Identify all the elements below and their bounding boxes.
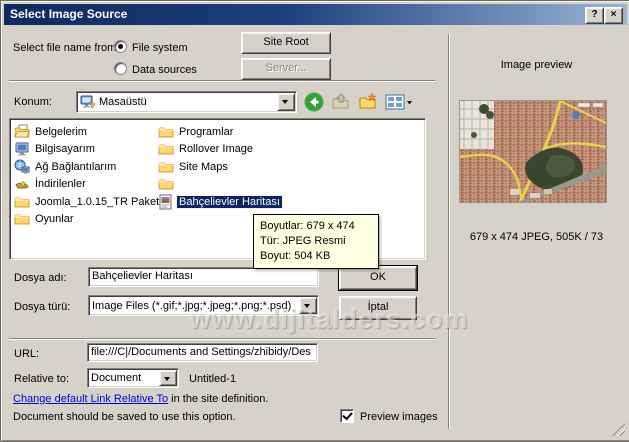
save-note-text: Document should be saved to use this opt…: [13, 411, 236, 423]
title-bar[interactable]: Select Image Source: [4, 4, 627, 25]
location-combobox[interactable]: Masaüstü: [76, 91, 297, 113]
select-image-source-dialog: Select Image Source ? × Select file name…: [0, 0, 629, 442]
file-type-dropdown-arrow[interactable]: [299, 297, 317, 314]
server-button: Server...: [241, 58, 331, 80]
my-computer-icon: [14, 141, 30, 157]
downloads-icon: [14, 176, 30, 192]
close-icon[interactable]: ×: [604, 7, 623, 24]
data-sources-radio[interactable]: [114, 62, 127, 75]
folder-icon: [158, 124, 174, 140]
image-info-text: 679 x 474 JPEG, 505K / 73: [469, 231, 604, 243]
folder-icon: [158, 159, 174, 175]
image-preview-title: Image preview: [500, 59, 573, 71]
dialog-title: Select Image Source: [10, 7, 128, 21]
relative-to-label: Relative to:: [14, 373, 70, 385]
folder-icon: [158, 176, 174, 192]
file-item-rollover-image[interactable]: Rollover Image: [158, 141, 282, 159]
my-documents-icon: [14, 124, 30, 140]
help-icon[interactable]: ?: [585, 7, 604, 24]
network-places-icon: [14, 159, 30, 175]
tooltip-dimensions: Boyutlar: 679 x 474: [260, 220, 355, 232]
separator: [9, 80, 435, 81]
new-folder-icon[interactable]: [358, 92, 378, 112]
up-folder-icon[interactable]: [331, 92, 351, 112]
folder-icon: [14, 194, 30, 210]
link-suffix-text: in the site definition.: [168, 393, 269, 405]
separator: [9, 338, 435, 339]
select-file-name-from-label: Select file name from:: [13, 42, 120, 54]
file-item-indirilenler[interactable]: İndirilenler: [14, 176, 161, 194]
file-item-site-maps[interactable]: Site Maps: [158, 158, 282, 176]
file-name-label: Dosya adı:: [14, 272, 67, 284]
file-item-ag-baglantilarim[interactable]: Ağ Bağlantılarım: [14, 158, 161, 176]
file-item-bahcelievler-haritasi-selected[interactable]: Bahçelievler Haritası: [158, 193, 283, 211]
back-icon[interactable]: [304, 92, 324, 112]
cancel-button[interactable]: İptal: [339, 296, 417, 320]
file-list-left-column: Belgelerim Bilgisayarım Ağ Bağlantılarım…: [14, 123, 161, 228]
checkmark-icon: [342, 409, 353, 421]
footer-link-line: Change default Link Relative To in the s…: [13, 393, 268, 405]
folder-icon: [158, 141, 174, 157]
document-name-text: Untitled-1: [189, 373, 237, 385]
preview-images-label[interactable]: Preview images: [360, 411, 438, 423]
tooltip-size: Boyut: 504 KB: [260, 250, 331, 262]
radio-dot: [118, 44, 123, 49]
site-root-button[interactable]: Site Root: [241, 32, 331, 54]
file-type-label: Dosya türü:: [14, 301, 71, 313]
map-thumbnail-graphic: [459, 100, 607, 203]
preview-images-checkbox[interactable]: [340, 409, 354, 423]
data-sources-radio-label[interactable]: Data sources: [132, 64, 197, 76]
file-system-radio[interactable]: [114, 40, 127, 53]
change-default-link[interactable]: Change default Link Relative To: [13, 393, 168, 405]
image-file-icon: [158, 194, 174, 210]
image-preview-thumbnail: [459, 100, 607, 203]
file-item-programlar[interactable]: Programlar: [158, 123, 282, 141]
file-item-unnamed-folder[interactable]: [158, 176, 282, 194]
relative-to-select[interactable]: Document: [87, 368, 179, 388]
resize-grip[interactable]: [612, 423, 625, 436]
file-item-joomla-paket[interactable]: Joomla_1.0.15_TR Paket: [14, 193, 161, 211]
views-icon[interactable]: [385, 92, 413, 112]
file-info-tooltip: Boyutlar: 679 x 474 Tür: JPEG Resmi Boyu…: [253, 214, 379, 269]
file-list-right-column: Programlar Rollover Image Site Maps Bahç…: [158, 123, 283, 211]
folder-icon: [14, 211, 30, 227]
file-item-bilgisayarim[interactable]: Bilgisayarım: [14, 141, 161, 159]
tooltip-type: Tür: JPEG Resmi: [260, 235, 346, 247]
location-value: Masaüstü: [99, 96, 147, 108]
relative-to-dropdown-arrow[interactable]: [159, 370, 177, 386]
desktop-icon: [80, 94, 96, 110]
file-type-select[interactable]: Image Files (*.gif;*.jpg;*.jpeg;*.png;*.…: [88, 295, 319, 316]
file-item-oyunlar[interactable]: Oyunlar: [14, 211, 161, 229]
location-dropdown-arrow[interactable]: [277, 93, 295, 111]
file-item-belgelerim[interactable]: Belgelerim: [14, 123, 161, 141]
url-input[interactable]: file:///C|/Documents and Settings/zhibid…: [87, 343, 318, 362]
ok-button[interactable]: OK: [338, 265, 418, 291]
url-label: URL:: [14, 348, 40, 360]
file-system-radio-label[interactable]: File system: [132, 42, 188, 54]
location-label: Konum:: [14, 96, 52, 108]
file-name-input[interactable]: Bahçelievler Haritası: [88, 267, 319, 287]
